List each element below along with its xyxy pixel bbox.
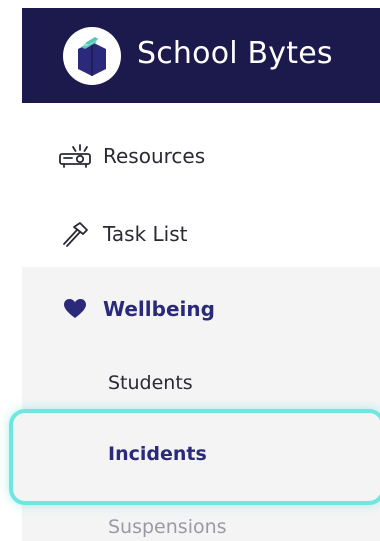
hammer-icon [57,220,93,248]
nav-label-wellbeing: Wellbeing [103,297,215,321]
subnav-item-incidents[interactable]: Incidents [108,443,207,465]
brand-name: School Bytes [137,36,333,71]
nav-item-wellbeing[interactable]: Wellbeing [0,287,380,331]
brand-header[interactable]: School Bytes [22,8,380,103]
nav-item-task-list[interactable]: Task List [0,212,380,256]
heart-icon [57,295,93,323]
nav-item-resources[interactable]: Resources [0,134,380,178]
nav-label-task-list: Task List [103,222,188,246]
nav-label-resources: Resources [103,144,206,168]
subnav-item-students[interactable]: Students [108,372,193,394]
projector-icon [57,142,93,170]
sidebar: School Bytes Resources Task List Wellbei… [0,0,380,541]
school-bytes-logo-icon [63,27,121,85]
subnav-item-suspensions[interactable]: Suspensions [108,516,227,538]
